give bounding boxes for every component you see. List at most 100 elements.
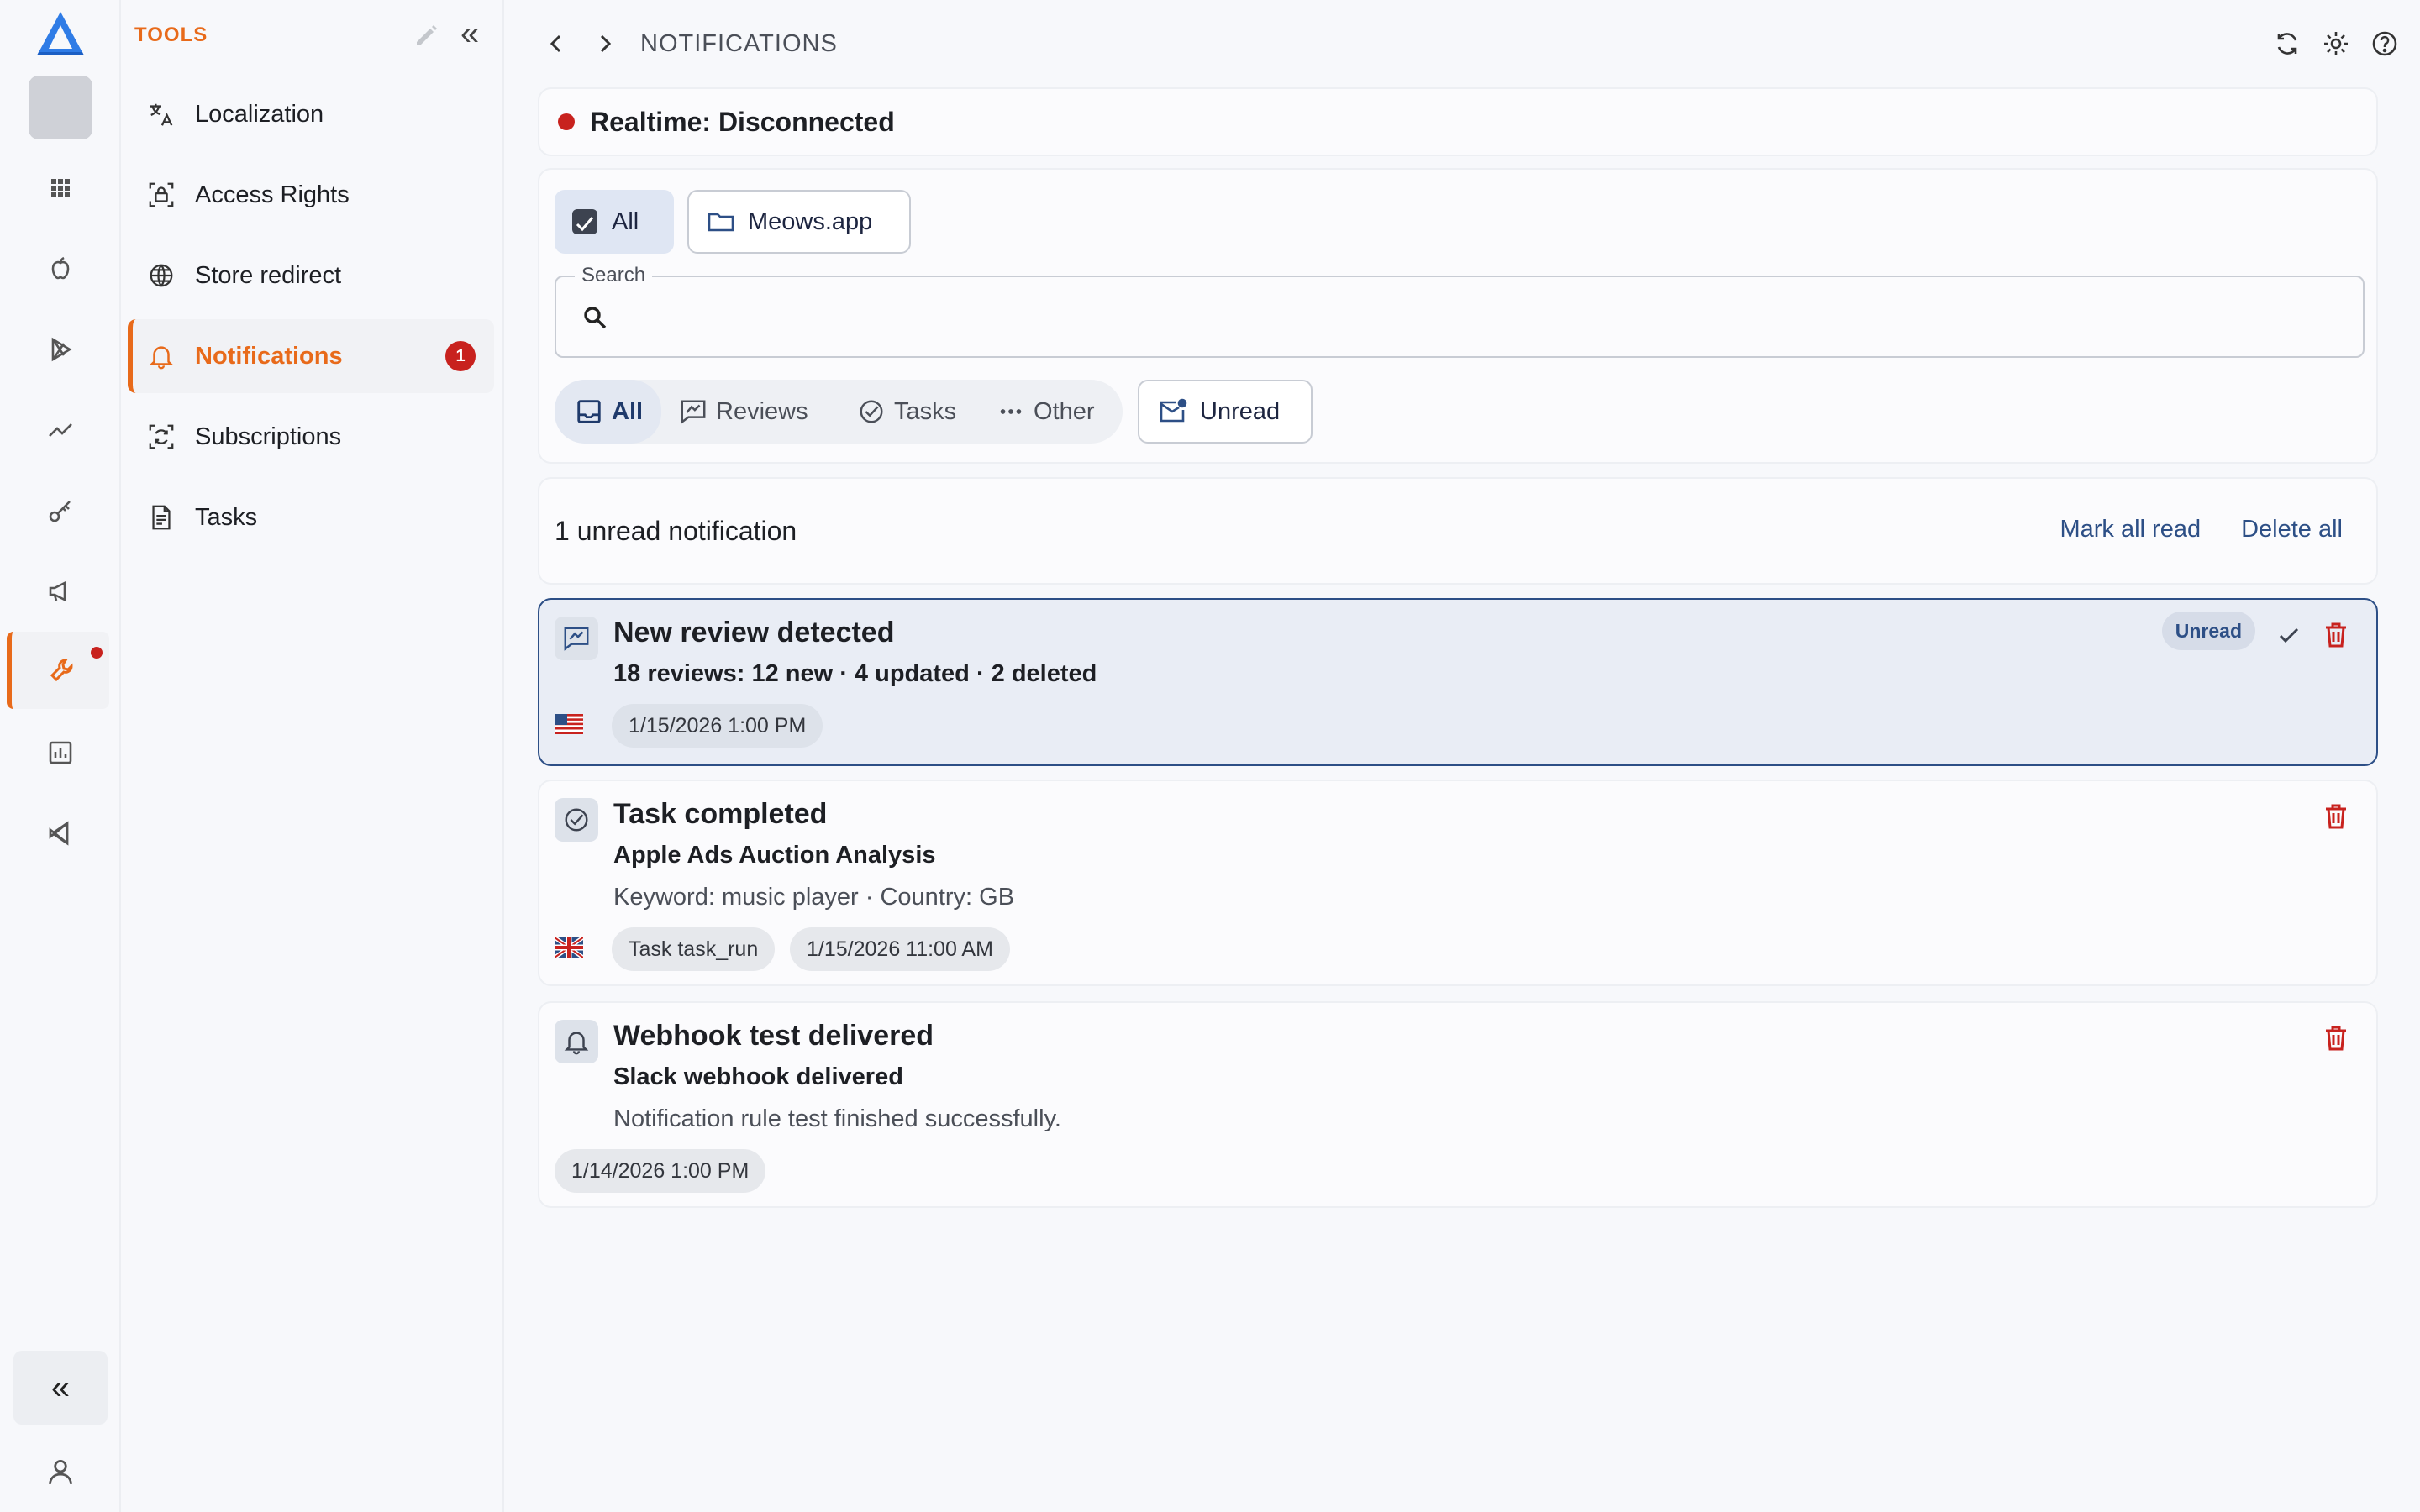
type-filter-other[interactable]: Other <box>997 380 1095 444</box>
rail-analytics[interactable] <box>30 400 91 460</box>
rail-keywords[interactable] <box>30 480 91 541</box>
task-notification-icon <box>555 798 598 842</box>
megaphone-icon <box>49 580 66 602</box>
code-editor-icon <box>49 821 69 846</box>
tool-item-label: Localization <box>195 100 324 128</box>
search-field: Search <box>555 264 2365 358</box>
mark-read-check-icon[interactable] <box>2274 620 2304 650</box>
scope-all-label: All <box>612 207 639 235</box>
grid-icon <box>51 179 70 197</box>
tool-item-label: Notifications <box>195 342 343 370</box>
help-icon <box>2372 31 2397 56</box>
search-input[interactable] <box>627 296 2341 339</box>
unread-toggle-button[interactable]: Unread <box>1138 380 1313 444</box>
tools-heading: TOOLS <box>134 24 208 46</box>
refresh-button[interactable] <box>2269 25 2306 62</box>
notification-item[interactable]: Webhook test delivered Slack webhook del… <box>538 1001 2378 1208</box>
rail-campaigns[interactable] <box>30 561 91 622</box>
user-profile-button[interactable] <box>30 1441 91 1502</box>
wrench-icon <box>50 659 73 682</box>
notification-description: Keyword: music player · Country: GB <box>613 884 1015 911</box>
scope-app-button[interactable]: Meows.app <box>687 190 911 254</box>
workspace-avatar[interactable] <box>29 76 92 139</box>
notification-title: Webhook test delivered <box>613 1020 934 1052</box>
summary-bar: 1 unread notification Mark all read Dele… <box>538 477 2378 585</box>
notification-subtitle: Slack webhook delivered <box>613 1063 903 1090</box>
help-button[interactable] <box>2366 25 2403 62</box>
globe-icon <box>146 260 176 291</box>
review-notification-icon <box>555 617 598 660</box>
main-content: NOTIFICATIONS Realtime: Disconnected All… <box>504 0 2420 1512</box>
tool-item-subscriptions[interactable]: Subscriptions <box>128 400 494 474</box>
bell-icon <box>146 341 176 371</box>
breadcrumb: NOTIFICATIONS <box>538 25 838 62</box>
tasks-icon <box>146 502 176 533</box>
filters-card: All Meows.app Search All Reviews Tasks O… <box>538 168 2378 464</box>
delete-trash-icon[interactable] <box>2321 1023 2351 1053</box>
review-icon <box>681 400 706 424</box>
rail-google-play[interactable] <box>30 319 91 380</box>
type-filter-reviews-label: Reviews <box>716 397 808 425</box>
gb-flag-icon <box>555 937 583 958</box>
rail-apps[interactable] <box>30 158 91 218</box>
tools-alert-dot <box>91 647 103 659</box>
check-circle-icon <box>860 400 883 423</box>
all-apps-icon <box>572 209 597 234</box>
delete-trash-icon[interactable] <box>2321 620 2351 650</box>
rail-reports[interactable] <box>30 722 91 783</box>
collapse-panel-icon[interactable]: « <box>460 17 479 50</box>
scope-all-button[interactable]: All <box>555 190 674 254</box>
realtime-status-card: Realtime: Disconnected <box>538 87 2378 156</box>
more-dots-icon <box>1000 409 1022 414</box>
type-filter-tasks[interactable]: Tasks <box>857 380 956 444</box>
access-rights-icon <box>146 180 176 210</box>
rail-app-store[interactable] <box>30 239 91 299</box>
back-button[interactable] <box>538 25 575 62</box>
us-flag-icon <box>555 714 583 734</box>
tool-item-tasks[interactable]: Tasks <box>128 480 494 554</box>
notification-item[interactable]: Task completed Apple Ads Auction Analysi… <box>538 780 2378 986</box>
key-icon <box>49 501 71 522</box>
app-rail: « <box>0 0 121 1512</box>
scope-app-label: Meows.app <box>748 207 873 235</box>
notification-subtitle: Apple Ads Auction Analysis <box>613 842 936 869</box>
page-title: NOTIFICATIONS <box>640 29 838 57</box>
apple-icon <box>51 256 70 280</box>
tool-item-access-rights[interactable]: Access Rights <box>128 158 494 232</box>
mail-unread-icon <box>1160 398 1187 423</box>
tool-item-label: Access Rights <box>195 181 350 208</box>
delete-trash-icon[interactable] <box>2321 801 2351 832</box>
gear-icon <box>2324 32 2348 55</box>
double-chevron-left-icon: « <box>50 1368 71 1406</box>
play-store-icon <box>51 337 72 362</box>
settings-button[interactable] <box>2317 25 2354 62</box>
rail-vscode[interactable] <box>30 803 91 864</box>
collapse-rail-button[interactable]: « <box>13 1351 108 1425</box>
notification-subtitle: 18 reviews: 12 new · 4 updated · 2 delet… <box>613 660 1097 687</box>
header-actions <box>2257 25 2403 62</box>
search-label: Search <box>575 264 653 287</box>
app-logo-icon[interactable] <box>32 10 89 57</box>
trend-icon <box>49 423 72 437</box>
unread-badge: Unread <box>2161 612 2255 650</box>
tool-item-store-redirect[interactable]: Store redirect <box>128 239 494 312</box>
timestamp-tag: 1/14/2026 1:00 PM <box>555 1149 766 1193</box>
type-filter-all[interactable]: All <box>555 380 662 444</box>
tool-item-localization[interactable]: Localization <box>128 77 494 151</box>
inbox-icon <box>577 400 601 423</box>
tool-item-notifications[interactable]: Notifications 1 <box>128 319 494 393</box>
forward-button[interactable] <box>587 25 623 62</box>
tool-item-label: Tasks <box>195 503 258 531</box>
realtime-status-text: Realtime: Disconnected <box>590 106 895 137</box>
timestamp-tag: 1/15/2026 1:00 PM <box>612 704 823 748</box>
notification-item[interactable]: New review detected 18 reviews: 12 new ·… <box>538 598 2378 766</box>
rail-tools[interactable] <box>7 632 109 709</box>
delete-all-button[interactable]: Delete all <box>2241 516 2343 543</box>
type-filter-other-label: Other <box>1034 397 1095 425</box>
bar-chart-icon <box>49 741 72 764</box>
type-filter-reviews[interactable]: Reviews <box>679 380 808 444</box>
mark-all-read-button[interactable]: Mark all read <box>2060 516 2201 543</box>
translate-icon <box>146 99 176 129</box>
edit-pencil-icon[interactable] <box>412 20 442 50</box>
search-icon <box>584 307 607 329</box>
